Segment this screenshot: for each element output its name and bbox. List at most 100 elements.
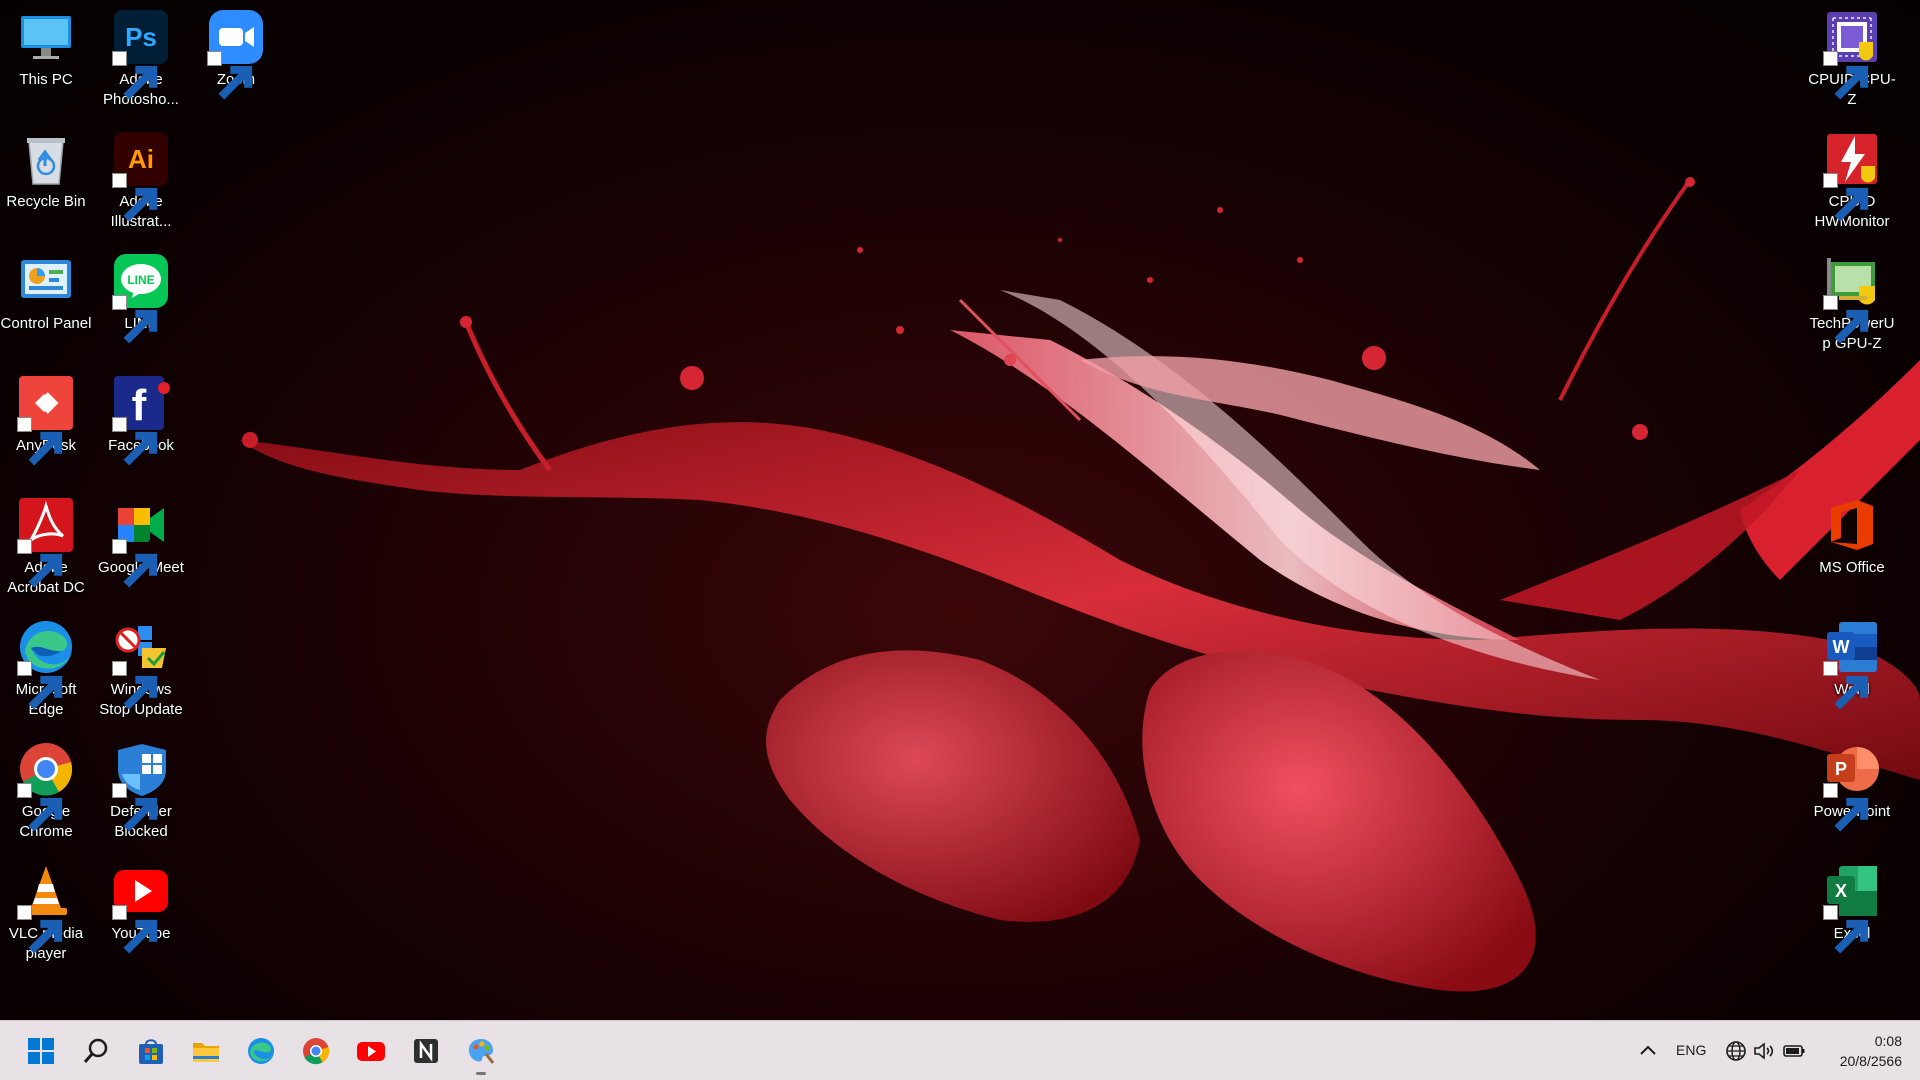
taskbar-edge-button[interactable] bbox=[239, 1029, 283, 1073]
vlc-icon bbox=[17, 862, 75, 954]
search-icon bbox=[83, 1038, 108, 1063]
powerpoint-icon: P bbox=[1823, 740, 1881, 832]
desktop-icon-line[interactable]: LINE LINE bbox=[95, 244, 187, 344]
illustrator-icon: Ai bbox=[112, 130, 170, 222]
paint-icon bbox=[468, 1039, 495, 1064]
chrome-icon bbox=[303, 1038, 330, 1065]
desktop-icon-windows-stop-update[interactable]: Windows Stop Update bbox=[95, 610, 187, 720]
clock-date: 20/8/2566 bbox=[1839, 1053, 1902, 1069]
taskbar-store-button[interactable] bbox=[129, 1029, 173, 1073]
photoshop-icon: Ps bbox=[112, 8, 170, 100]
tray-volume-button[interactable] bbox=[1752, 1039, 1776, 1063]
clock-time: 0:08 bbox=[1874, 1033, 1902, 1049]
shortcut-arrow-icon bbox=[1823, 661, 1869, 710]
youtube-icon bbox=[357, 1042, 385, 1061]
shortcut-arrow-icon bbox=[17, 905, 63, 954]
desktop-icon-cpuz[interactable]: CPUID CPU-Z bbox=[1806, 0, 1898, 110]
taskbar-paint-button[interactable] bbox=[459, 1029, 503, 1075]
desktop-icon-google-meet[interactable]: Google Meet bbox=[95, 488, 187, 588]
battery-icon bbox=[1783, 1045, 1805, 1057]
desktop-icon-zoom[interactable]: Zoom bbox=[190, 0, 282, 100]
desktop-icon-recycle-bin[interactable]: Recycle Bin bbox=[0, 122, 92, 212]
defender-icon bbox=[112, 740, 170, 832]
shortcut-arrow-icon bbox=[17, 539, 63, 588]
tray-overflow-button[interactable] bbox=[1636, 1039, 1660, 1063]
word-icon: W bbox=[1823, 618, 1881, 710]
shortcut-arrow-icon bbox=[1823, 905, 1869, 954]
taskbar-search-button[interactable] bbox=[74, 1029, 118, 1073]
shortcut-arrow-icon bbox=[17, 661, 63, 710]
shortcut-arrow-icon bbox=[207, 51, 253, 100]
shortcut-arrow-icon bbox=[1823, 295, 1869, 344]
desktop-icon-facebook[interactable]: f Facebook bbox=[95, 366, 187, 466]
globe-icon bbox=[1726, 1041, 1746, 1061]
desktop-icon-illustrator[interactable]: Ai Adobe Illustrat... bbox=[95, 122, 187, 232]
desktop[interactable]: This PC Recycle Bin Control Panel AnyDes… bbox=[0, 0, 1920, 1020]
desktop-icon-google-chrome[interactable]: Google Chrome bbox=[0, 732, 92, 842]
shortcut-arrow-icon bbox=[1823, 51, 1869, 100]
folder-icon bbox=[193, 1043, 219, 1062]
taskbar-notion-button[interactable] bbox=[404, 1029, 448, 1073]
desktop-icon-label: Control Panel bbox=[0, 315, 92, 332]
shortcut-arrow-icon bbox=[112, 661, 158, 710]
tray-language[interactable]: ENG bbox=[1676, 1042, 1706, 1058]
desktop-icon-hwmonitor[interactable]: CPUID HWMonitor bbox=[1806, 122, 1898, 232]
chrome-icon bbox=[17, 740, 75, 832]
facebook-icon: f bbox=[112, 374, 170, 466]
taskbar-file-explorer-button[interactable] bbox=[184, 1029, 228, 1073]
desktop-icon-label: MS Office bbox=[1819, 559, 1885, 576]
excel-icon: X bbox=[1823, 862, 1881, 954]
edge-icon bbox=[17, 618, 75, 710]
desktop-icon-excel[interactable]: X Excel bbox=[1806, 854, 1898, 954]
tray-network-button[interactable] bbox=[1724, 1039, 1748, 1063]
control-panel-icon bbox=[17, 252, 75, 310]
desktop-icon-label: This PC bbox=[19, 71, 73, 88]
desktop-icon-ms-office[interactable]: MS Office bbox=[1806, 488, 1898, 578]
shortcut-arrow-icon bbox=[112, 417, 158, 466]
speaker-icon bbox=[1754, 1042, 1774, 1060]
edge-icon bbox=[248, 1038, 274, 1064]
google-meet-icon bbox=[112, 496, 170, 588]
desktop-icon-label: Recycle Bin bbox=[6, 193, 86, 210]
desktop-icon-anydesk[interactable]: AnyDesk bbox=[0, 366, 92, 466]
desktop-icon-microsoft-edge[interactable]: Microsoft Edge bbox=[0, 610, 92, 720]
desktop-icon-adobe-acrobat[interactable]: Adobe Acrobat DC bbox=[0, 488, 92, 598]
taskbar-start-button[interactable] bbox=[19, 1029, 63, 1073]
desktop-icon-youtube[interactable]: YouTube bbox=[95, 854, 187, 954]
desktop-icon-this-pc[interactable]: This PC bbox=[0, 0, 92, 90]
taskbar: ENG 0:08 20/8/2566 bbox=[0, 1020, 1920, 1080]
desktop-icon-vlc[interactable]: VLC media player bbox=[0, 854, 92, 964]
shortcut-arrow-icon bbox=[112, 295, 158, 344]
shortcut-arrow-icon bbox=[17, 783, 63, 832]
anydesk-icon bbox=[17, 374, 75, 466]
youtube-icon bbox=[112, 862, 170, 954]
desktop-icon-word[interactable]: W Word bbox=[1806, 610, 1898, 710]
chevron-up-icon bbox=[1640, 1045, 1656, 1055]
svg-text:LINE: LINE bbox=[127, 273, 154, 287]
shortcut-arrow-icon bbox=[112, 173, 158, 222]
desktop-icon-defender-blocked[interactable]: Defender Blocked bbox=[95, 732, 187, 842]
wallpaper-paint-splash bbox=[240, 177, 1920, 992]
store-icon bbox=[139, 1039, 163, 1064]
taskbar-chrome-button[interactable] bbox=[294, 1029, 338, 1073]
monitor-icon bbox=[17, 8, 75, 66]
gpuz-icon bbox=[1823, 252, 1881, 344]
recycle-bin-icon bbox=[17, 130, 75, 188]
tray-battery-button[interactable] bbox=[1782, 1039, 1806, 1063]
shortcut-arrow-icon bbox=[1823, 783, 1869, 832]
shortcut-arrow-icon bbox=[17, 417, 63, 466]
notion-icon bbox=[414, 1039, 438, 1063]
cpuz-icon bbox=[1823, 8, 1881, 100]
desktop-icon-gpuz[interactable]: TechPowerUp GPU-Z bbox=[1806, 244, 1898, 354]
taskbar-youtube-button[interactable] bbox=[349, 1029, 393, 1073]
shortcut-arrow-icon bbox=[112, 51, 158, 100]
shortcut-arrow-icon bbox=[112, 539, 158, 588]
desktop-icon-control-panel[interactable]: Control Panel bbox=[0, 244, 92, 334]
desktop-icon-photoshop[interactable]: Ps Adobe Photosho... bbox=[95, 0, 187, 110]
taskbar-clock[interactable]: 0:08 20/8/2566 bbox=[1840, 1031, 1902, 1071]
svg-text:X: X bbox=[1835, 881, 1847, 901]
svg-text:Ps: Ps bbox=[125, 22, 157, 52]
hwmonitor-icon bbox=[1823, 130, 1881, 222]
desktop-icon-powerpoint[interactable]: P PowerPoint bbox=[1806, 732, 1898, 832]
svg-text:Ai: Ai bbox=[128, 144, 154, 174]
